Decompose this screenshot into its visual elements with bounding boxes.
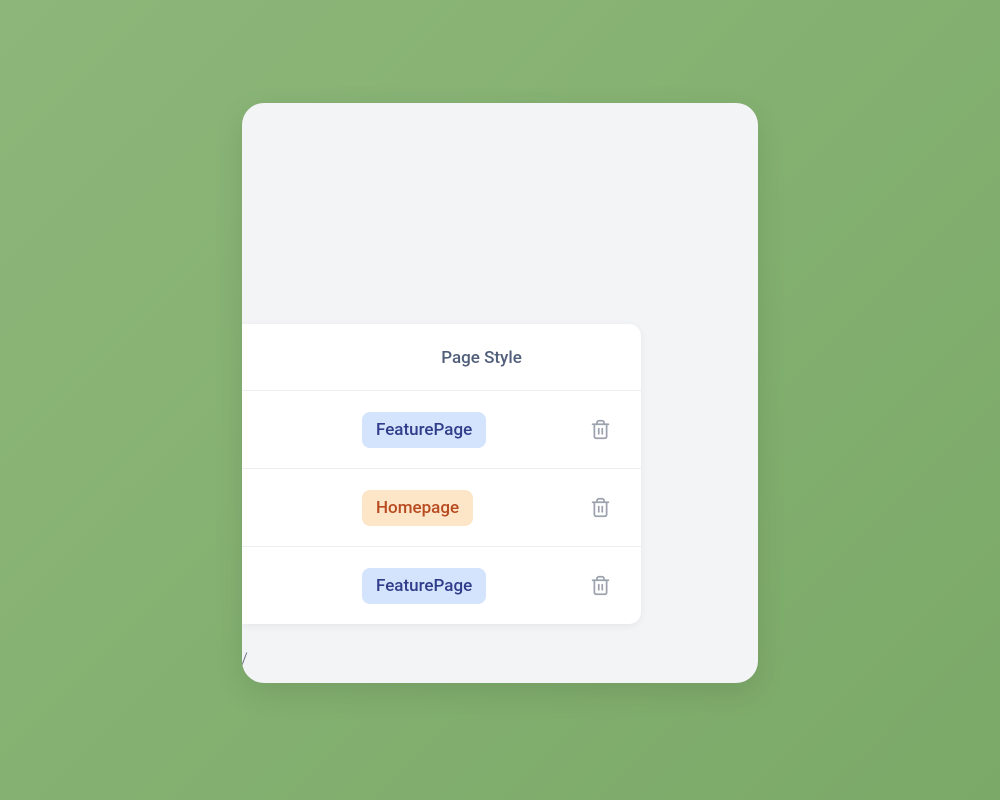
card-container: Page Style FeaturePage Homepage (242, 103, 758, 683)
column-header: Page Style (272, 348, 611, 368)
delete-button[interactable] (582, 489, 629, 526)
delete-button[interactable] (582, 567, 629, 604)
table-row: FeaturePage (242, 391, 641, 469)
delete-button[interactable] (582, 411, 629, 448)
table-row: FeaturePage (242, 547, 641, 624)
trash-icon (590, 419, 611, 440)
page-style-badge[interactable]: Homepage (362, 490, 473, 526)
table-row: Homepage (242, 469, 641, 547)
trash-icon (590, 497, 611, 518)
page-style-badge[interactable]: FeaturePage (362, 412, 486, 448)
truncated-text: / (242, 648, 248, 672)
page-style-badge[interactable]: FeaturePage (362, 568, 486, 604)
table-header: Page Style (242, 324, 641, 391)
trash-icon (590, 575, 611, 596)
page-style-table: Page Style FeaturePage Homepage (242, 324, 641, 624)
